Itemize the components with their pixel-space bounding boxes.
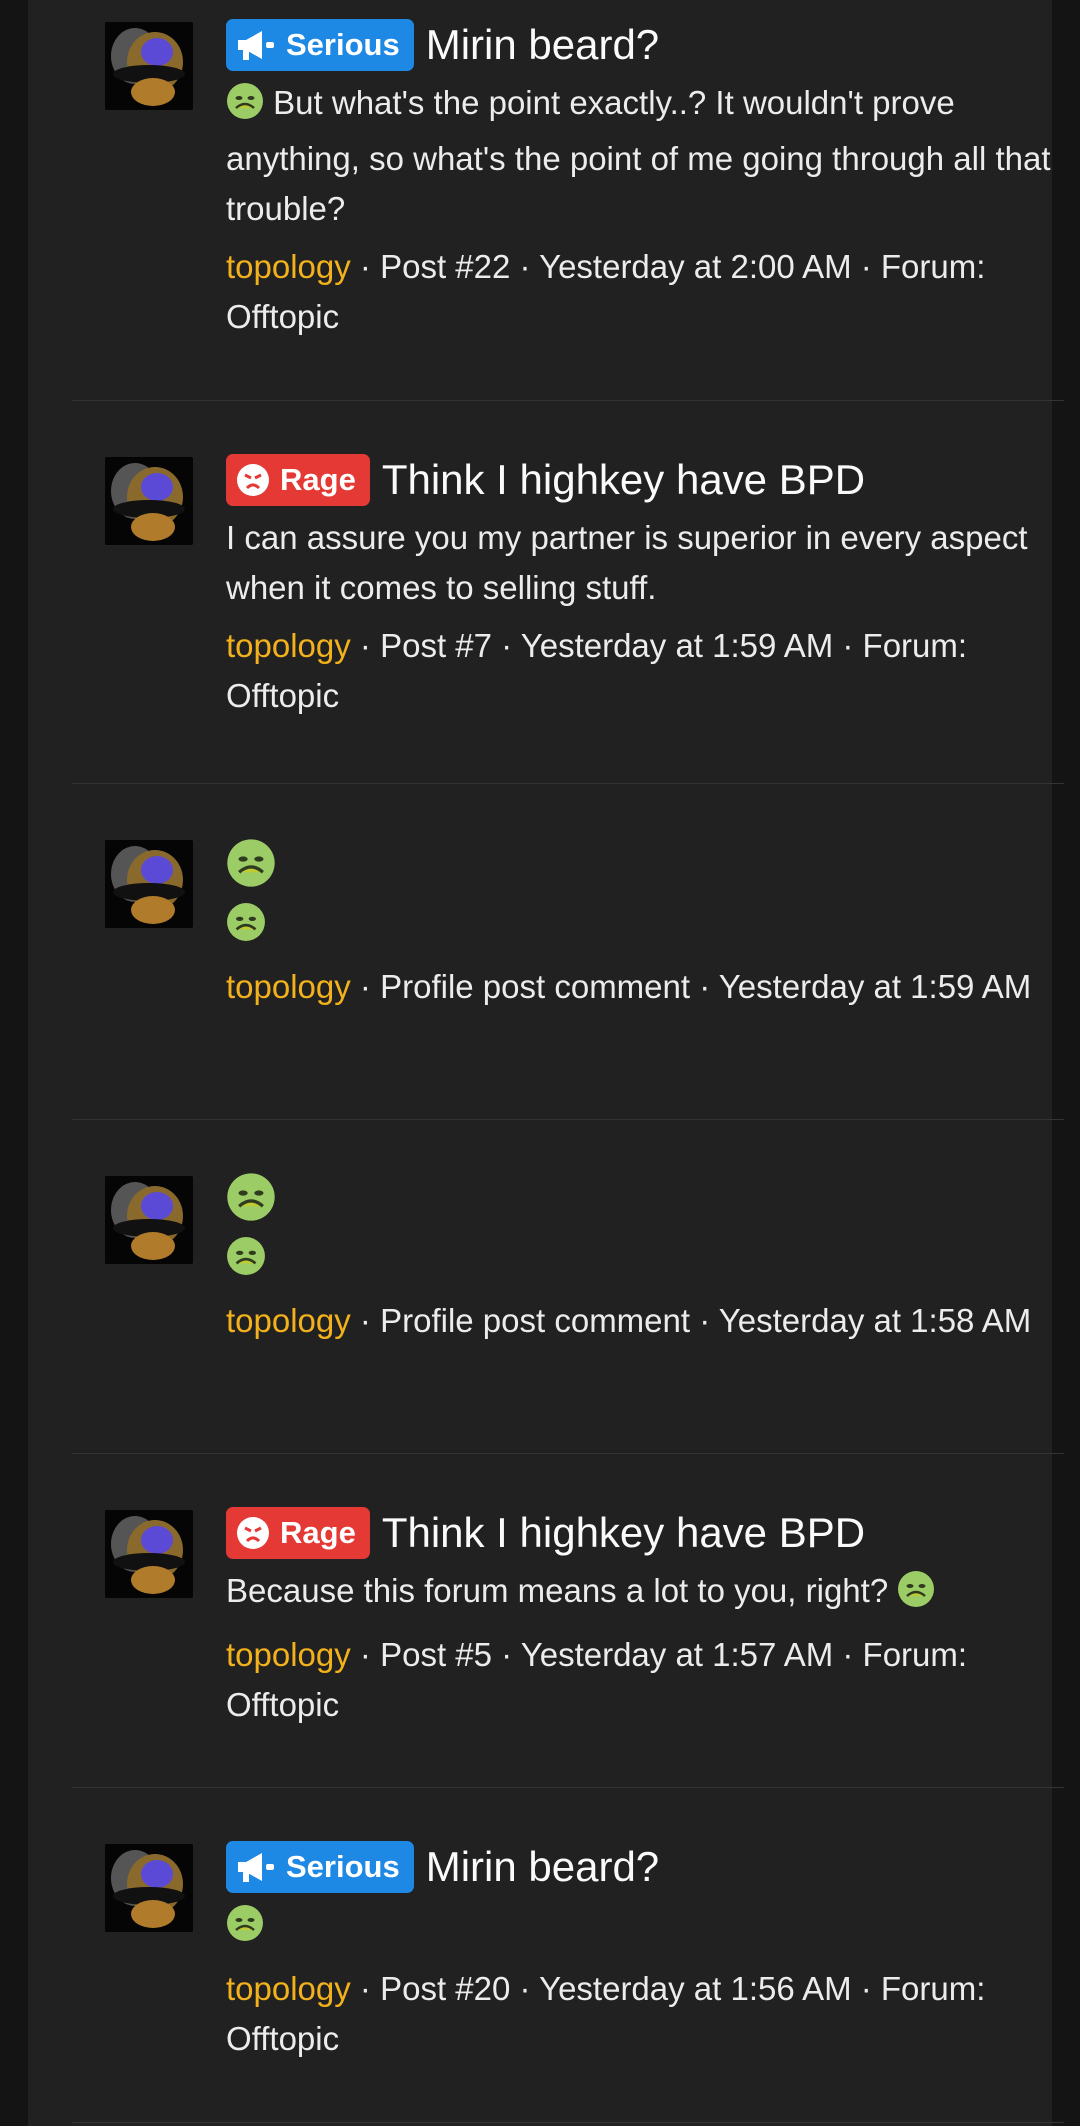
thread-title[interactable]: Mirin beard? [426,1843,659,1891]
result-item[interactable]: Rage Think I highkey have BPD Because th… [72,1454,1064,1788]
thread-title-row[interactable]: Serious Mirin beard? [226,1840,1072,1894]
thread-title-row[interactable]: Serious Mirin beard? [226,18,1072,72]
nauseated-face-emoji [226,902,266,947]
avatar[interactable] [105,457,193,545]
username-link[interactable]: topology [226,1636,351,1673]
result-meta: topology · Post #5 · Yesterday at 1:57 A… [226,1636,968,1723]
avatar[interactable] [105,840,193,928]
post-snippet: But what's the point exactly..? It would… [226,82,1051,227]
nauseated-face-emoji [226,82,264,134]
megaphone-icon [236,29,276,61]
comment-emoji-small [226,902,1072,954]
angry-face-icon [236,1516,270,1550]
post-snippet [226,1900,1072,1956]
result-item[interactable]: topology · Profile post comment · Yester… [72,784,1064,1120]
thread-title[interactable]: Mirin beard? [426,21,659,69]
thread-title-row[interactable]: Rage Think I highkey have BPD [226,453,1072,507]
result-meta: topology · Profile post comment · Yester… [226,968,1032,1005]
avatar[interactable] [105,1844,193,1932]
nauseated-face-emoji [226,1236,266,1281]
thread-title[interactable]: Think I highkey have BPD [382,1509,865,1557]
comment-emoji-large [226,838,1072,902]
avatar[interactable] [105,1176,193,1264]
username-link[interactable]: topology [226,968,351,1005]
result-meta: topology · Post #7 · Yesterday at 1:59 A… [226,627,968,714]
prefix-badge-serious: Serious [226,19,414,71]
nauseated-face-emoji [226,838,276,893]
result-meta: topology · Post #22 · Yesterday at 2:00 … [226,248,986,335]
result-meta: topology · Post #20 · Yesterday at 1:56 … [226,1970,986,2057]
prefix-badge-serious: Serious [226,1841,414,1893]
nauseated-face-emoji [226,1904,264,1956]
post-snippet: I can assure you my partner is superior … [226,519,1028,606]
post-snippet: Because this forum means a lot to you, r… [226,1566,1072,1622]
avatar[interactable] [105,22,193,110]
username-link[interactable]: topology [226,1970,351,2007]
comment-emoji-large [226,1172,1072,1236]
thread-title-row[interactable]: Rage Think I highkey have BPD [226,1506,1072,1560]
result-item[interactable]: Rage Think I highkey have BPD I can assu… [72,401,1064,784]
search-results-panel: Serious Mirin beard? But what's the poin… [28,0,1064,2126]
avatar[interactable] [105,1510,193,1598]
result-item[interactable]: Serious Mirin beard? But what's the poin… [72,0,1064,401]
result-meta: topology · Profile post comment · Yester… [226,1302,1032,1339]
comment-emoji-small [226,1236,1072,1288]
result-item[interactable]: Serious Mirin beard? topology · Post #20… [72,1788,1064,2123]
username-link[interactable]: topology [226,627,351,664]
angry-face-icon [236,463,270,497]
username-link[interactable]: topology [226,248,351,285]
nauseated-face-emoji [897,1570,935,1622]
prefix-badge-rage: Rage [226,454,370,506]
result-item[interactable]: topology · Profile post comment · Yester… [72,1120,1064,1454]
thread-title[interactable]: Think I highkey have BPD [382,456,865,504]
megaphone-icon [236,1851,276,1883]
username-link[interactable]: topology [226,1302,351,1339]
prefix-badge-rage: Rage [226,1507,370,1559]
nauseated-face-emoji [226,1172,276,1227]
